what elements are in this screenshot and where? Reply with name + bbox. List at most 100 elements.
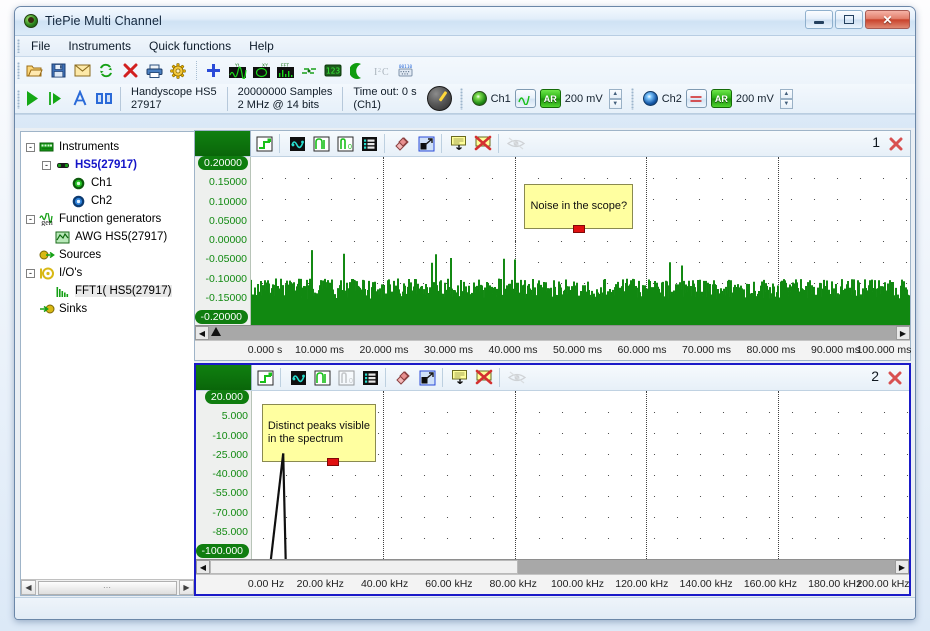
- scope-panel-close-icon[interactable]: [888, 136, 904, 152]
- add-plus-icon[interactable]: [202, 60, 224, 81]
- tree-sources[interactable]: Sources: [26, 246, 194, 264]
- save-icon[interactable]: [47, 60, 69, 81]
- minimize-button[interactable]: [805, 10, 833, 29]
- channel-list-icon[interactable]: [359, 367, 381, 388]
- channel-green-icon[interactable]: [471, 91, 487, 106]
- settings-gear-icon[interactable]: [167, 60, 189, 81]
- tree-hs5-27917[interactable]: - HS5(27917): [26, 156, 194, 174]
- binary-icon[interactable]: 00110: [394, 60, 416, 81]
- scroll-left-arrow-icon[interactable]: ◀: [21, 580, 36, 595]
- meter-icon[interactable]: [298, 60, 320, 81]
- annotation-handle[interactable]: [572, 224, 585, 233]
- fft-graph-icon[interactable]: FFT: [274, 60, 296, 81]
- add-note-icon[interactable]: [449, 367, 471, 388]
- cursor-step-icon[interactable]: [254, 367, 276, 388]
- tree-expander-icon[interactable]: -: [26, 214, 35, 224]
- tree-sinks[interactable]: Sinks: [26, 300, 194, 318]
- x-axis-tick-label: 100.000 ms: [856, 344, 912, 356]
- add-note-icon[interactable]: [448, 133, 470, 154]
- spectrum-scroll-thumb[interactable]: [210, 560, 519, 574]
- mail-icon[interactable]: [71, 60, 93, 81]
- tree-expander-icon[interactable]: -: [26, 268, 35, 278]
- scroll-thumb[interactable]: ⋯: [38, 580, 177, 595]
- numeric-display-icon[interactable]: 123: [322, 60, 344, 81]
- channel-list-icon[interactable]: [358, 133, 380, 154]
- scope-annotation[interactable]: Noise in the scope?: [524, 183, 634, 233]
- x-axis-tick-label: 180.00 kHz: [808, 578, 862, 590]
- spectrum-plot[interactable]: Distinct peaks visible in the spectrum: [252, 391, 909, 559]
- channel-blue-icon[interactable]: [642, 91, 658, 106]
- tree-expander-icon[interactable]: -: [42, 160, 51, 170]
- delete-note-icon[interactable]: [472, 133, 494, 154]
- tree-ios[interactable]: - I/O's: [26, 264, 194, 282]
- measure-icon[interactable]: [93, 88, 115, 109]
- tree-ch2[interactable]: Ch2: [26, 192, 194, 210]
- single-shot-icon[interactable]: [45, 88, 67, 109]
- scroll-right-arrow-icon[interactable]: ▶: [179, 580, 194, 595]
- scope-scroll-right-icon[interactable]: ▶: [896, 326, 910, 340]
- scroll-track[interactable]: ⋯: [36, 580, 179, 595]
- spectrum-scroll-right-icon[interactable]: ▶: [895, 560, 909, 574]
- sample-info[interactable]: 20000000 Samples 2 MHz @ 14 bits: [231, 86, 340, 111]
- dc-coupling-icon[interactable]: [685, 89, 707, 108]
- tree-instruments[interactable]: - Instruments: [26, 138, 194, 156]
- cursor-step-icon[interactable]: [253, 133, 275, 154]
- signal-curve-icon[interactable]: [286, 133, 308, 154]
- eraser-icon[interactable]: [391, 133, 413, 154]
- trigger-level-knob[interactable]: [426, 86, 452, 111]
- refresh-icon[interactable]: [95, 60, 117, 81]
- spectrum-panel-close-icon[interactable]: [887, 370, 903, 386]
- tree-ch1[interactable]: Ch1: [26, 174, 194, 192]
- reference-level-icon[interactable]: 0: [334, 133, 356, 154]
- scope-plot[interactable]: Noise in the scope?: [251, 157, 910, 325]
- peak-measure-icon[interactable]: [311, 367, 333, 388]
- spectrum-scroll-left-icon[interactable]: ◀: [196, 560, 210, 574]
- i2c-icon[interactable]: I2C: [370, 60, 392, 81]
- scope-scroll-left-icon[interactable]: ◀: [195, 326, 209, 340]
- ch1-range-stepper[interactable]: ▲ ▼: [608, 88, 622, 109]
- open-icon[interactable]: [23, 60, 45, 81]
- scope-scroll-track[interactable]: [209, 326, 896, 340]
- spectrum-horizontal-scrollbar[interactable]: ◀ ▶: [196, 559, 909, 574]
- sidebar-horizontal-scrollbar[interactable]: ◀ ⋯ ▶: [21, 579, 194, 595]
- tree-item-label: Sources: [59, 249, 102, 261]
- delete-note-icon[interactable]: [473, 367, 495, 388]
- zoom-expand-icon[interactable]: [415, 133, 437, 154]
- moon-icon[interactable]: [346, 60, 368, 81]
- play-run-icon[interactable]: [21, 88, 43, 109]
- scope-horizontal-scrollbar[interactable]: ◀ ▶: [195, 325, 910, 340]
- auto-setup-icon[interactable]: [69, 88, 91, 109]
- tree-expander-icon[interactable]: -: [26, 142, 35, 152]
- panel-toolbar-separator: [280, 368, 281, 387]
- ac-coupling-icon[interactable]: [514, 89, 536, 108]
- tree-awg-hs5-27917[interactable]: AWG HS5(27917): [26, 228, 194, 246]
- timeout-info[interactable]: Time out: 0 s (Ch1): [346, 86, 423, 111]
- y-axis-tick-label: 20.000: [204, 390, 249, 404]
- tree-function-generators[interactable]: - gen Function generators: [26, 210, 194, 228]
- scope-waveform: [251, 250, 910, 325]
- close-button[interactable]: ✕: [865, 10, 910, 29]
- spectrum-panel[interactable]: 0 2 20.000 5.000 -10.000 -25.000 -40.000 -55.…: [194, 363, 911, 596]
- menu-instruments[interactable]: Instruments: [59, 38, 140, 54]
- scope-panel[interactable]: 0 1 0.20000 0.15000 0.10000 0.05000 0.00000 -…: [194, 130, 911, 361]
- ch1-auto-range-button[interactable]: AR: [539, 89, 561, 108]
- menu-help[interactable]: Help: [240, 38, 283, 54]
- scope-scroll-thumb-marker[interactable]: [209, 326, 223, 340]
- maximize-button[interactable]: [835, 10, 863, 29]
- ch2-auto-range-button[interactable]: AR: [710, 89, 732, 108]
- peak-measure-icon[interactable]: [310, 133, 332, 154]
- menu-file[interactable]: File: [22, 38, 59, 54]
- zoom-expand-icon[interactable]: [416, 367, 438, 388]
- signal-curve-icon[interactable]: [287, 367, 309, 388]
- spectrum-scroll-track[interactable]: [210, 560, 895, 574]
- y-axis-tick-label: -85.000: [212, 525, 248, 538]
- tree-fft1[interactable]: FFT1( HS5(27917): [26, 282, 194, 300]
- delete-icon[interactable]: [119, 60, 141, 81]
- xy-graph-icon[interactable]: XY: [250, 60, 272, 81]
- eraser-icon[interactable]: [392, 367, 414, 388]
- ch2-range-stepper[interactable]: ▲ ▼: [779, 88, 793, 109]
- menu-quick-functions[interactable]: Quick functions: [140, 38, 240, 54]
- yt-graph-icon[interactable]: Yt: [226, 60, 248, 81]
- print-icon[interactable]: [143, 60, 165, 81]
- spectrum-panel-header: 0 2: [196, 365, 909, 391]
